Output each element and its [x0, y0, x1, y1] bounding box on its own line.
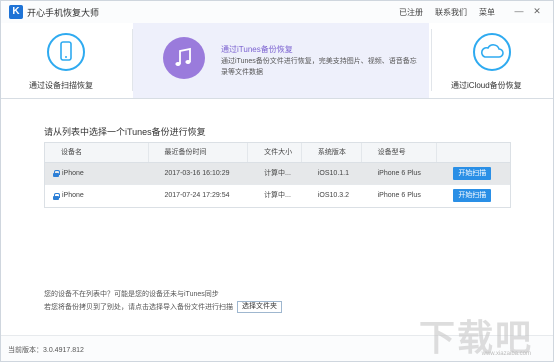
- contact-us-link[interactable]: 联系我们: [435, 7, 467, 18]
- mode-divider: [431, 29, 432, 91]
- icloud-mode[interactable]: 通过iCloud备份恢复: [433, 23, 553, 98]
- phone-icon: [47, 33, 85, 71]
- column-header-version: 系统版本: [302, 143, 362, 162]
- backup-list-title: 请从列表中选择一个iTunes备份进行恢复: [44, 127, 206, 137]
- app-window: K 开心手机恢复大师 已注册 联系我们 菜单 — ✕ 通过设备扫描恢复 通过iT…: [0, 0, 554, 362]
- start-scan-button[interactable]: 开始扫描: [453, 189, 492, 202]
- lock-icon: [53, 170, 60, 177]
- action-cell: 开始扫描: [437, 163, 510, 185]
- file-size: 计算中...: [264, 169, 291, 177]
- backup-table: 设备名 最近备份时间 文件大小 系统版本 设备型号 iPhone 2017-03…: [44, 142, 511, 208]
- device-model: iPhone 6 Plus: [377, 192, 421, 199]
- import-backup-hint: 若您将备份拷贝到了别处，请点击选择导入备份文件进行扫描 选择文件夹: [44, 301, 282, 313]
- itunes-mode-title: 通过iTunes备份恢复: [221, 45, 293, 54]
- top-links: 已注册 联系我们 菜单: [399, 7, 495, 18]
- icloud-label: 通过iCloud备份恢复: [451, 81, 522, 90]
- minimize-button[interactable]: —: [513, 5, 525, 17]
- device-scan-mode[interactable]: 通过设备扫描恢复: [1, 23, 131, 98]
- table-row[interactable]: iPhone 2017-03-16 16:10:29 计算中... iOS10.…: [45, 163, 510, 185]
- start-scan-button[interactable]: 开始扫描: [453, 166, 492, 180]
- device-model: iPhone 6 Plus: [377, 169, 421, 177]
- menu-link[interactable]: 菜单: [479, 7, 495, 18]
- itunes-mode[interactable]: 通过iTunes备份恢复 通过iTunes备份文件进行恢复，完美支持图片、视频、…: [133, 23, 429, 98]
- backup-time: 2017-03-16 16:10:29: [164, 169, 230, 177]
- lock-icon: [53, 192, 60, 200]
- app-logo: K: [9, 5, 23, 19]
- version-label: 当前版本：3.0.4917.812: [8, 347, 84, 354]
- app-title: 开心手机恢复大师: [27, 8, 100, 18]
- column-header-time: 最近备份时间: [149, 143, 249, 162]
- registered-link[interactable]: 已注册: [399, 7, 423, 18]
- cloud-icon: [473, 33, 511, 71]
- title-bar: K 开心手机恢复大师 已注册 联系我们 菜单 — ✕: [1, 1, 553, 23]
- action-cell: 开始扫描: [437, 185, 510, 207]
- file-size: 计算中...: [264, 192, 291, 199]
- import-backup-text: 若您将备份拷贝到了别处，请点击选择导入备份文件进行扫描: [44, 304, 233, 311]
- device-scan-label: 通过设备扫描恢复: [29, 81, 93, 90]
- system-version: iOS10.3.2: [317, 192, 349, 199]
- device-not-listed-hint: 您的设备不在列表中？可能是您的设备还未与iTunes同步: [44, 291, 219, 298]
- column-header-action: [437, 143, 510, 162]
- table-row[interactable]: iPhone 2017-07-24 17:29:54 计算中... iOS10.…: [45, 185, 510, 207]
- close-button[interactable]: ✕: [531, 5, 543, 17]
- table-header: 设备名 最近备份时间 文件大小 系统版本 设备型号: [45, 143, 510, 163]
- recovery-mode-bar: 通过设备扫描恢复 通过iTunes备份恢复 通过iTunes备份文件进行恢复，完…: [1, 23, 553, 99]
- choose-folder-button[interactable]: 选择文件夹: [237, 301, 282, 313]
- backup-time: 2017-07-24 17:29:54: [164, 192, 230, 199]
- device-name: iPhone: [62, 192, 84, 199]
- column-header-size: 文件大小: [248, 143, 302, 162]
- device-name: iPhone: [62, 169, 84, 177]
- itunes-mode-description: 通过iTunes备份文件进行恢复，完美支持图片、视频、语音备忘录等文件数据: [221, 58, 417, 76]
- music-note-icon: [163, 37, 205, 79]
- watermark-url: www.xiazaiba.com: [481, 351, 531, 357]
- column-header-device: 设备名: [45, 143, 149, 162]
- device-cell: iPhone: [45, 163, 149, 185]
- system-version: iOS10.1.1: [317, 169, 349, 177]
- device-cell: iPhone: [45, 185, 149, 207]
- column-header-model: 设备型号: [362, 143, 438, 162]
